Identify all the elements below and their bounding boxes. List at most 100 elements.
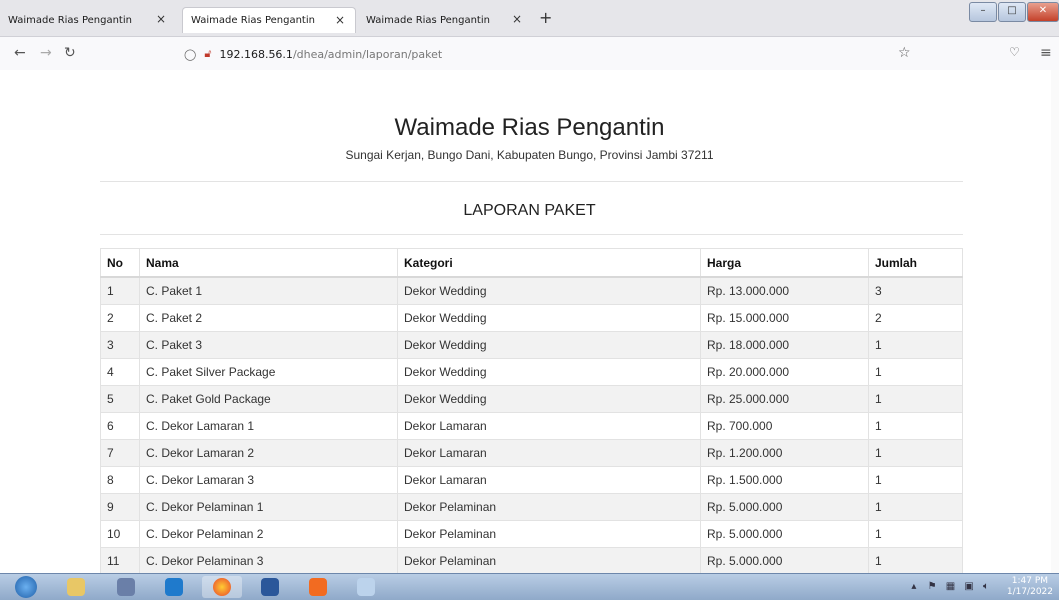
cell-nama: C. Paket Silver Package: [139, 358, 398, 386]
divider: [100, 181, 963, 182]
cell-no: 5: [100, 385, 140, 413]
cell-kategori: Dekor Wedding: [397, 358, 701, 386]
forward-icon[interactable]: →: [40, 45, 52, 61]
system-tray: ▴ ⚑ ▦ ▣ 🔈︎: [911, 581, 989, 592]
cell-no: 10: [100, 520, 140, 548]
taskbar-firefox[interactable]: [202, 576, 242, 598]
cell-harga: Rp. 5.000.000: [700, 493, 869, 521]
menu-icon[interactable]: ≡: [1040, 45, 1052, 61]
cell-kategori: Dekor Pelaminan: [397, 547, 701, 575]
lock-warning-icon[interactable]: 🔓︎: [204, 47, 211, 61]
cell-harga: Rp. 5.000.000: [700, 547, 869, 575]
cell-jumlah: 1: [868, 331, 963, 359]
header-harga: Harga: [700, 248, 869, 278]
cell-kategori: Dekor Wedding: [397, 276, 701, 305]
tray-chevron-icon[interactable]: ▴: [911, 581, 916, 592]
cell-jumlah: 1: [868, 466, 963, 494]
cell-nama: C. Dekor Lamaran 1: [139, 412, 398, 440]
vscode-icon: [165, 578, 183, 596]
vertical-scrollbar[interactable]: [1051, 70, 1059, 573]
windows-logo-icon: [15, 576, 37, 598]
header-jumlah: Jumlah: [868, 248, 963, 278]
cell-no: 6: [100, 412, 140, 440]
new-tab-button[interactable]: +: [539, 8, 552, 27]
table-header-row: No Nama Kategori Harga Jumlah: [100, 248, 963, 278]
table-row: 3 C. Paket 3 Dekor Wedding Rp. 18.000.000 1: [100, 331, 963, 359]
address-bar[interactable]: ◯ 🔓︎ 192.168.56.1/dhea/admin/laporan/pak…: [184, 42, 924, 66]
report-table: No Nama Kategori Harga Jumlah 1 C. Paket …: [100, 248, 963, 575]
report-title: LAPORAN PAKET: [463, 202, 596, 219]
paint-icon: [357, 578, 375, 596]
display-icon[interactable]: ▣: [964, 581, 973, 592]
shield-icon: ◯: [184, 47, 197, 61]
cell-kategori: Dekor Lamaran: [397, 439, 701, 467]
clock[interactable]: 1:47 PM 1/17/2022: [1007, 576, 1053, 598]
page-title: Waimade Rias Pengantin: [394, 114, 665, 141]
cell-no: 11: [100, 547, 140, 575]
table-row: 11 C. Dekor Pelaminan 3 Dekor Pelaminan Rp.…: [100, 547, 963, 575]
table-row: 6 C. Dekor Lamaran 1 Dekor Lamaran Rp. 700.…: [100, 412, 963, 440]
taskbar-app-g[interactable]: [298, 576, 338, 598]
cell-no: 1: [100, 276, 140, 305]
cell-harga: Rp. 5.000.000: [700, 520, 869, 548]
taskbar-word[interactable]: [250, 576, 290, 598]
cell-nama: C. Dekor Lamaran 3: [139, 466, 398, 494]
maximize-icon[interactable]: □: [998, 2, 1026, 22]
bookmark-star-icon[interactable]: ☆: [898, 45, 911, 61]
close-window-icon[interactable]: ✕: [1027, 2, 1059, 22]
url-path: /dhea/admin/laporan/paket: [292, 47, 443, 61]
browser-tab-3[interactable]: Waimade Rias Pengantin ×: [358, 7, 532, 33]
minimize-icon[interactable]: –: [969, 2, 997, 22]
browser-tab-2[interactable]: Waimade Rias Pengantin ×: [182, 7, 356, 33]
cell-jumlah: 1: [868, 385, 963, 413]
header-nama: Nama: [139, 248, 398, 278]
cell-no: 7: [100, 439, 140, 467]
cell-jumlah: 1: [868, 412, 963, 440]
header-no: No: [100, 248, 140, 278]
cell-kategori: Dekor Pelaminan: [397, 493, 701, 521]
close-tab-icon[interactable]: ×: [335, 13, 345, 27]
cell-jumlah: 2: [868, 304, 963, 332]
close-tab-icon[interactable]: ×: [512, 12, 522, 26]
taskbar-app[interactable]: [106, 576, 146, 598]
cell-jumlah: 1: [868, 358, 963, 386]
tab-title: Waimade Rias Pengantin: [366, 14, 490, 26]
dolphin-icon: [117, 578, 135, 596]
clock-date: 1/17/2022: [1006, 587, 1053, 597]
taskbar-vscode[interactable]: [154, 576, 194, 598]
network-icon[interactable]: ▦: [946, 581, 955, 592]
cell-jumlah: 1: [868, 520, 963, 548]
cell-kategori: Dekor Pelaminan: [397, 520, 701, 548]
folder-icon: [67, 578, 85, 596]
close-tab-icon[interactable]: ×: [156, 12, 166, 26]
pocket-icon[interactable]: ♡: [1009, 45, 1020, 59]
cell-no: 9: [100, 493, 140, 521]
clock-time: 1:47 PM: [1011, 576, 1049, 586]
volume-icon[interactable]: 🔈︎: [983, 581, 989, 592]
cell-nama: C. Paket 2: [139, 304, 398, 332]
cell-kategori: Dekor Wedding: [397, 385, 701, 413]
browser-tab-1[interactable]: Waimade Rias Pengantin ×: [0, 7, 176, 33]
cell-nama: C. Paket 3: [139, 331, 398, 359]
flag-icon[interactable]: ⚑: [928, 581, 937, 592]
word-icon: [261, 578, 279, 596]
cell-no: 2: [100, 304, 140, 332]
table-row: 5 C. Paket Gold Package Dekor Wedding Rp. 2…: [100, 385, 963, 413]
back-icon[interactable]: ←: [14, 45, 26, 61]
cell-no: 8: [100, 466, 140, 494]
cell-kategori: Dekor Lamaran: [397, 412, 701, 440]
reload-icon[interactable]: ↻: [64, 45, 76, 61]
cell-kategori: Dekor Lamaran: [397, 466, 701, 494]
tab-title: Waimade Rias Pengantin: [8, 14, 132, 26]
taskbar-paint[interactable]: [346, 576, 386, 598]
taskbar-explorer[interactable]: [56, 576, 96, 598]
cell-harga: Rp. 20.000.000: [700, 358, 869, 386]
tab-title: Waimade Rias Pengantin: [191, 15, 315, 26]
start-button[interactable]: [4, 576, 48, 598]
cell-nama: C. Dekor Pelaminan 2: [139, 520, 398, 548]
cell-jumlah: 1: [868, 493, 963, 521]
cell-jumlah: 1: [868, 439, 963, 467]
cell-harga: Rp. 700.000: [700, 412, 869, 440]
cell-harga: Rp. 25.000.000: [700, 385, 869, 413]
cell-harga: Rp. 1.200.000: [700, 439, 869, 467]
